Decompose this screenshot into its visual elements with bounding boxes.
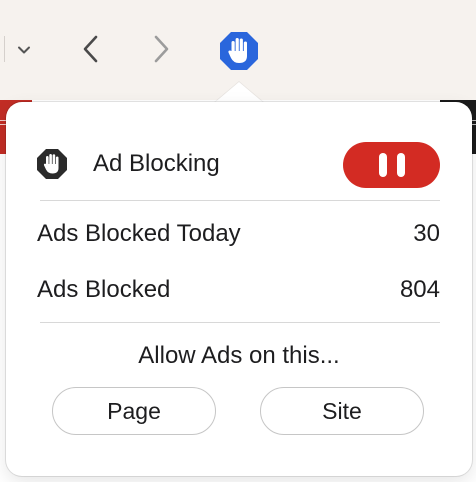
collapse-button[interactable] [12,38,36,62]
divider [40,200,440,201]
toolbar-separator [4,36,5,62]
chevron-right-icon [154,35,169,63]
pause-button[interactable] [343,142,440,188]
stat-value: 30 [413,220,440,247]
hand-stop-octagon-icon [37,149,67,179]
pause-icon [378,153,387,177]
allow-page-button[interactable]: Page [52,387,216,435]
allow-site-button[interactable]: Site [260,387,424,435]
chevron-left-icon [83,35,98,63]
stat-label: Ads Blocked Today [37,220,241,247]
chevron-down-icon [18,46,30,54]
hand-stop-icon [220,32,258,70]
ad-blocking-title: Ad Blocking [93,150,220,177]
ads-blocked-total-row: Ads Blocked 804 [37,273,440,307]
stat-label: Ads Blocked [37,276,171,303]
back-button[interactable] [76,30,106,68]
ad-blocker-extension-button[interactable] [218,30,260,72]
pause-icon-bar [396,153,405,177]
ad-blocking-popover: Ad Blocking Ads Blocked Today 30 Ads Blo… [6,102,472,476]
forward-button[interactable] [146,30,176,68]
browser-window: Ad Blocking Ads Blocked Today 30 Ads Blo… [0,0,476,482]
divider [40,322,440,323]
popover-arrow [213,82,265,104]
stat-value: 804 [399,276,440,303]
allow-ads-label: Allow Ads on this... [138,342,340,369]
ad-blocking-header: Ad Blocking [36,142,440,188]
ads-blocked-today-row: Ads Blocked Today 30 [37,217,440,251]
